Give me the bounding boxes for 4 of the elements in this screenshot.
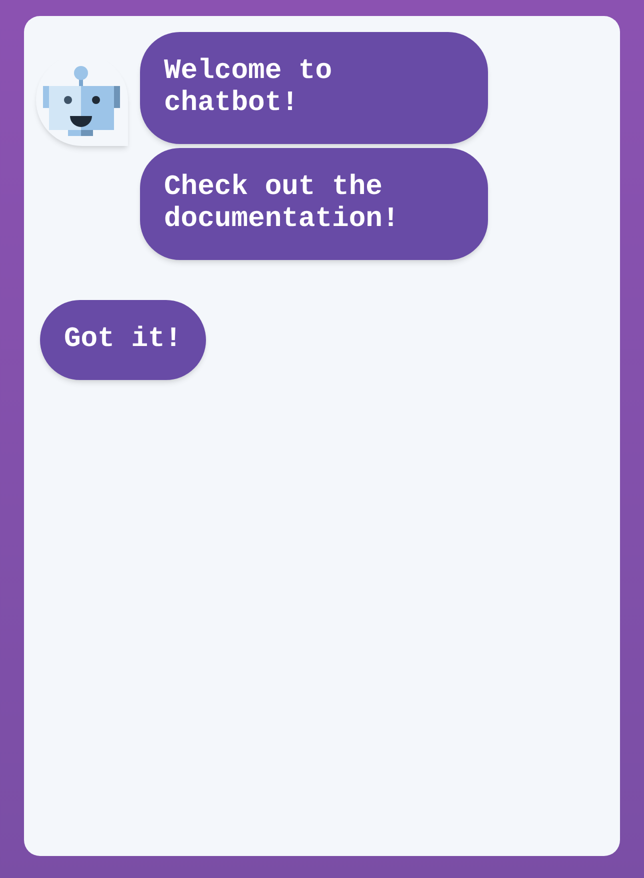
message-bubble: Check out the documentation! — [140, 148, 488, 260]
message-bubble: Welcome to chatbot! — [140, 32, 488, 144]
message-bubble: Got it! — [40, 300, 206, 380]
robot-icon — [42, 64, 122, 136]
